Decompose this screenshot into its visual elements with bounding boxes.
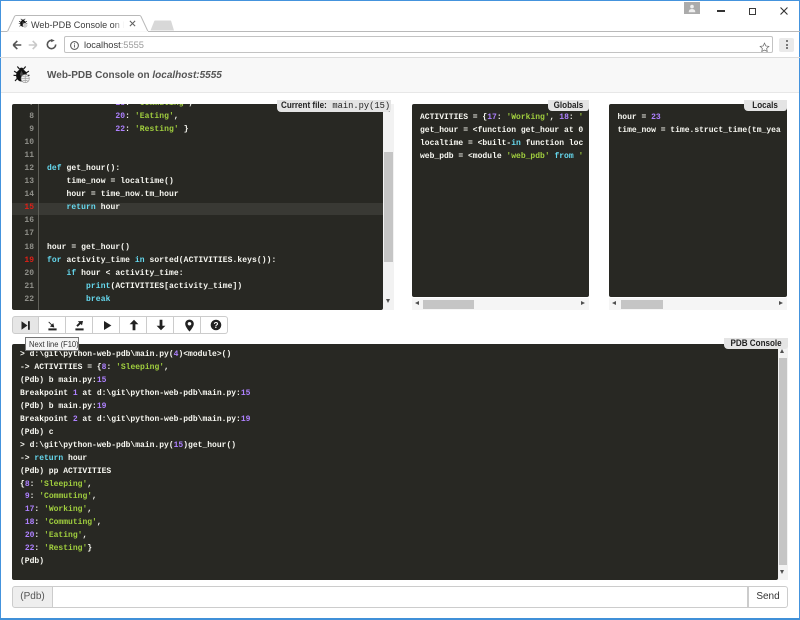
svg-text:?: ? <box>213 321 218 330</box>
